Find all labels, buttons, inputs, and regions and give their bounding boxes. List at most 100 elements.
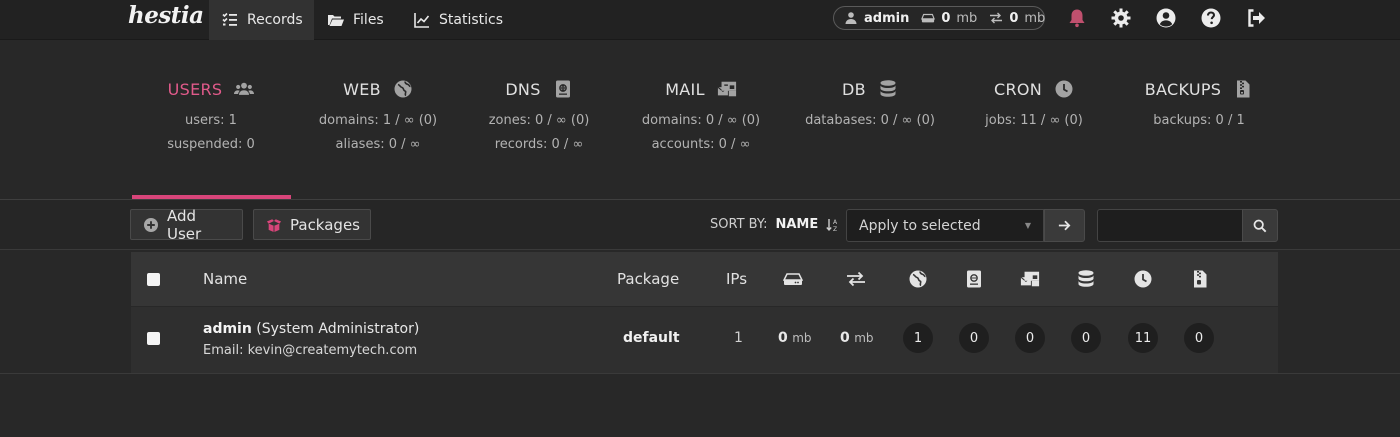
sort-control[interactable]: SORT BY: NAME AZ bbox=[710, 217, 840, 232]
user-email: kevin@createmytech.com bbox=[247, 343, 418, 358]
gear-icon bbox=[1110, 7, 1132, 29]
sort-field: NAME bbox=[775, 217, 819, 232]
disk-usage-value: 0 bbox=[941, 10, 951, 26]
svg-text:A: A bbox=[833, 219, 838, 226]
nav-tab-label: Statistics bbox=[439, 12, 503, 28]
file-zipper-icon bbox=[1190, 269, 1210, 289]
stat-line bbox=[1104, 137, 1294, 149]
exchange-icon bbox=[989, 11, 1003, 25]
user-circle-icon bbox=[1155, 7, 1177, 29]
database-icon bbox=[1076, 269, 1096, 289]
top-navbar: hestia Records Files Statistics admin 0 … bbox=[0, 0, 1400, 40]
plus-circle-icon bbox=[143, 217, 159, 233]
db-count-badge: 0 bbox=[1071, 323, 1101, 353]
stat-line: suspended: 0 bbox=[167, 137, 255, 152]
disk-unit: mb bbox=[792, 331, 812, 345]
stat-line: databases: 0 / ∞ (0) bbox=[805, 113, 935, 128]
stat-line: accounts: 0 / ∞ bbox=[651, 137, 751, 152]
address-book-icon bbox=[553, 79, 573, 99]
hdd-icon bbox=[921, 11, 936, 25]
user-email-line: Email: kevin@createmytech.com bbox=[203, 343, 417, 358]
file-zipper-icon bbox=[1233, 79, 1253, 99]
svg-text:Z: Z bbox=[833, 226, 837, 232]
user-icon bbox=[844, 11, 858, 25]
settings-button[interactable] bbox=[1110, 7, 1132, 29]
stat-title: USERS bbox=[167, 79, 223, 99]
row-checkbox[interactable] bbox=[147, 332, 160, 345]
stat-users[interactable]: USERS users: 1 suspended: 0 bbox=[116, 78, 306, 153]
stat-line: users: 1 bbox=[185, 113, 237, 128]
package-cell[interactable]: default bbox=[623, 330, 680, 346]
column-package[interactable]: Package bbox=[617, 270, 679, 288]
web-count-badge: 1 bbox=[903, 323, 933, 353]
bandwidth-unit: mb bbox=[854, 331, 874, 345]
address-book-icon bbox=[964, 269, 984, 289]
hestia-logo[interactable]: hestia bbox=[128, 2, 204, 29]
stat-line: backups: 0 / 1 bbox=[1153, 113, 1245, 128]
stat-title: WEB bbox=[343, 79, 381, 99]
database-icon bbox=[878, 79, 898, 99]
bandwidth-cell: 0 mb bbox=[840, 330, 874, 346]
stat-line: jobs: 11 / ∞ (0) bbox=[985, 113, 1083, 128]
user-fullname: (System Administrator) bbox=[256, 321, 420, 337]
exchange-icon bbox=[846, 269, 866, 289]
add-user-button[interactable]: Add User bbox=[130, 207, 243, 243]
help-button[interactable] bbox=[1200, 7, 1222, 29]
logout-icon bbox=[1245, 7, 1267, 29]
bandwidth-value: 0 bbox=[840, 330, 850, 346]
mail-bulk-icon bbox=[717, 79, 737, 99]
disk-cell: 0 mb bbox=[778, 330, 812, 346]
bell-icon bbox=[1066, 7, 1088, 29]
sort-by-label: SORT BY: bbox=[710, 217, 768, 232]
caret-down-icon: ▼ bbox=[1024, 221, 1031, 230]
stat-title: DNS bbox=[505, 79, 541, 99]
column-name[interactable]: Name bbox=[203, 270, 247, 288]
stat-cron[interactable]: CRON jobs: 11 / ∞ (0) bbox=[939, 78, 1129, 149]
username: admin bbox=[203, 321, 252, 337]
users-table-header bbox=[131, 252, 1278, 306]
packages-label: Packages bbox=[290, 215, 360, 234]
stat-line bbox=[775, 137, 965, 149]
disk-value: 0 bbox=[778, 330, 788, 346]
profile-button[interactable] bbox=[1155, 7, 1177, 29]
nav-tab-files[interactable]: Files bbox=[315, 0, 401, 40]
dns-count-badge: 0 bbox=[959, 323, 989, 353]
packages-button[interactable]: Packages bbox=[253, 209, 371, 240]
apply-bulk-action-button[interactable] bbox=[1044, 209, 1085, 242]
cron-count-badge: 11 bbox=[1128, 323, 1158, 353]
logout-button[interactable] bbox=[1245, 7, 1267, 29]
bulk-action-select[interactable]: Apply to selected ▼ bbox=[846, 209, 1044, 242]
users-icon bbox=[234, 79, 255, 99]
stat-title: MAIL bbox=[665, 79, 705, 99]
notifications-button[interactable] bbox=[1066, 7, 1088, 29]
nav-tab-label: Files bbox=[353, 12, 384, 28]
disk-usage-unit: mb bbox=[956, 10, 978, 26]
globe-icon bbox=[908, 269, 928, 289]
clock-icon bbox=[1133, 269, 1153, 289]
user-status-pill[interactable]: admin 0 mb 0 mb bbox=[833, 6, 1045, 30]
stat-db[interactable]: DB databases: 0 / ∞ (0) bbox=[775, 78, 965, 149]
bandwidth-value: 0 bbox=[1009, 10, 1019, 26]
ips-cell: 1 bbox=[734, 330, 743, 346]
search-icon bbox=[1253, 219, 1267, 233]
clock-icon bbox=[1054, 79, 1074, 99]
hdd-icon bbox=[783, 269, 803, 289]
user-name-cell[interactable]: admin (System Administrator) bbox=[203, 321, 419, 337]
username-label: admin bbox=[864, 10, 910, 26]
search-input[interactable] bbox=[1097, 209, 1243, 242]
divider bbox=[0, 373, 1400, 374]
stat-mail[interactable]: MAIL domains: 0 / ∞ (0) accounts: 0 / ∞ bbox=[606, 78, 796, 153]
nav-tab-records[interactable]: Records bbox=[209, 0, 314, 40]
stat-backups[interactable]: BACKUPS backups: 0 / 1 bbox=[1104, 78, 1294, 149]
column-ips[interactable]: IPs bbox=[726, 270, 747, 288]
mail-bulk-icon bbox=[1020, 269, 1040, 289]
table-row[interactable] bbox=[131, 307, 1278, 373]
arrow-right-icon bbox=[1057, 218, 1072, 233]
nav-tab-label: Records bbox=[247, 12, 303, 28]
nav-tab-statistics[interactable]: Statistics bbox=[401, 0, 515, 40]
stat-title: DB bbox=[842, 79, 866, 99]
search-button[interactable] bbox=[1242, 209, 1278, 242]
select-all-checkbox[interactable] bbox=[147, 273, 160, 286]
mail-count-badge: 0 bbox=[1015, 323, 1045, 353]
bandwidth-unit: mb bbox=[1024, 10, 1046, 26]
